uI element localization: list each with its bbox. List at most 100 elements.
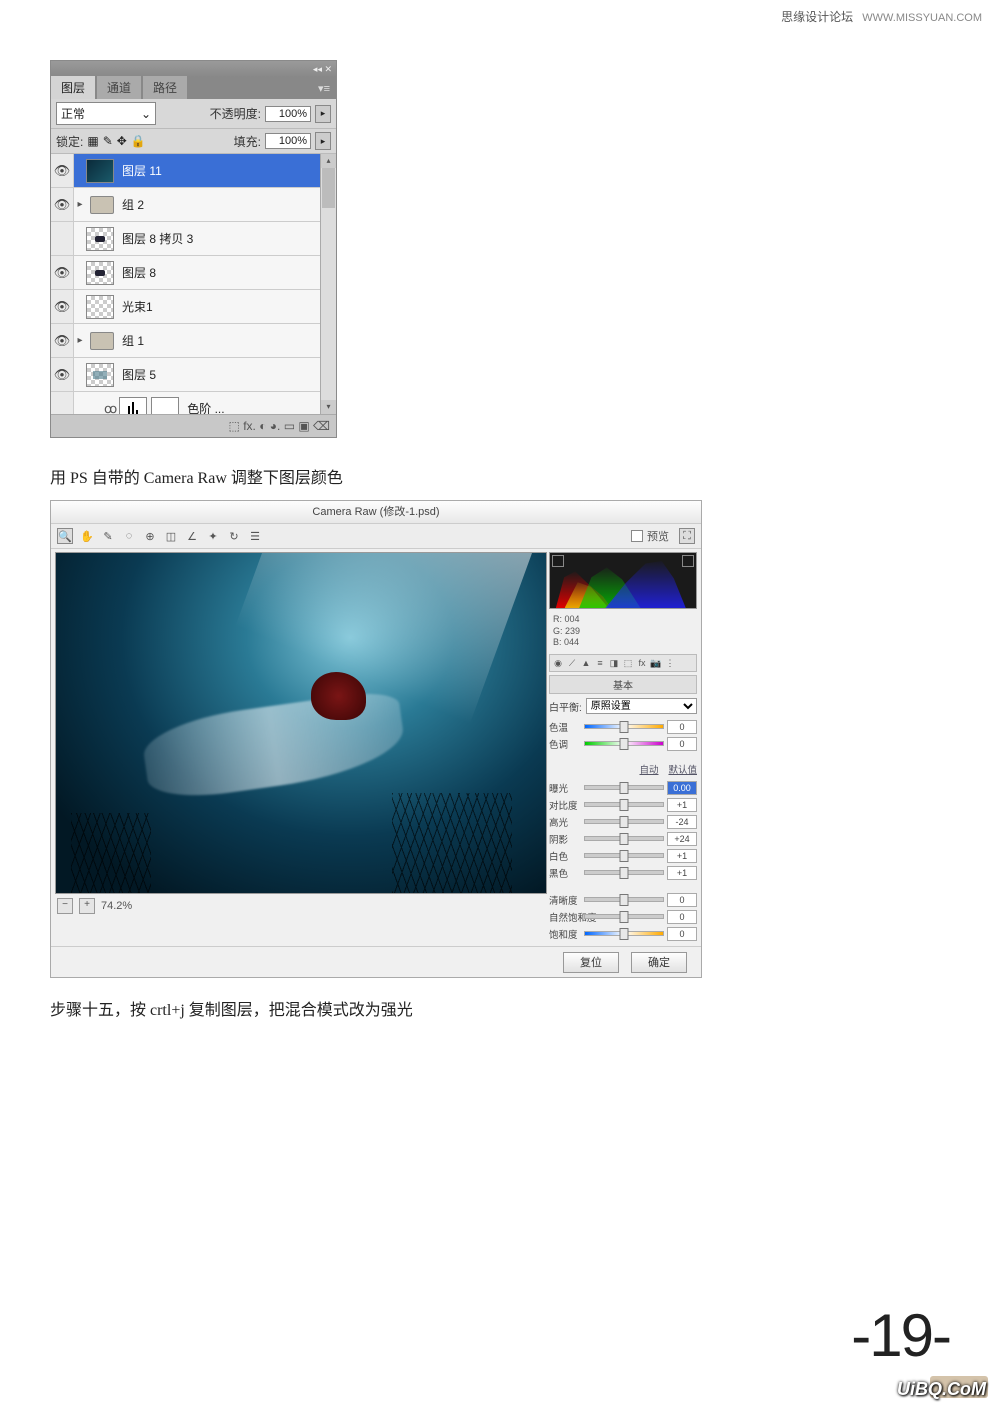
- scroll-up-icon[interactable]: ▴: [321, 154, 336, 168]
- slider-handle[interactable]: [620, 911, 629, 923]
- layer-row[interactable]: 👁 图层 8 拷贝 3: [51, 222, 321, 256]
- slider-value[interactable]: +1: [667, 849, 697, 863]
- lock-brush-icon[interactable]: ✎: [103, 134, 113, 148]
- zoom-out-button[interactable]: −: [57, 898, 73, 914]
- fill-value[interactable]: 100%: [265, 133, 311, 149]
- slider-value[interactable]: +24: [667, 832, 697, 846]
- lock-move-icon[interactable]: ✥: [117, 134, 127, 148]
- lens-tab-icon[interactable]: ⬚: [622, 657, 634, 669]
- visibility-icon[interactable]: 👁: [51, 256, 74, 289]
- visibility-icon[interactable]: 👁: [51, 188, 74, 221]
- slider-handle[interactable]: [620, 850, 629, 862]
- slider-handle[interactable]: [620, 833, 629, 845]
- slider-value[interactable]: +1: [667, 866, 697, 880]
- slider-value[interactable]: 0: [667, 927, 697, 941]
- adjustment-layer-row[interactable]: ꝏ 色阶 ...: [51, 392, 321, 414]
- slider-track[interactable]: [584, 853, 664, 858]
- curve-tab-icon[interactable]: ⟋: [566, 657, 578, 669]
- slider-track[interactable]: [584, 741, 664, 746]
- opacity-value[interactable]: 100%: [265, 106, 311, 122]
- brush-icon[interactable]: ✦: [206, 529, 220, 543]
- slider-track[interactable]: [584, 785, 664, 790]
- slider-value[interactable]: 0: [667, 910, 697, 924]
- ok-button[interactable]: 确定: [631, 952, 687, 973]
- collapse-close-icon[interactable]: ◂◂ ✕: [313, 64, 332, 75]
- shadow-clip-icon[interactable]: [552, 555, 564, 567]
- slider-track[interactable]: [584, 870, 664, 875]
- detail-tab-icon[interactable]: ▲: [580, 657, 592, 669]
- fullscreen-icon[interactable]: ⛶: [679, 528, 695, 544]
- eyedropper-icon[interactable]: ✎: [101, 529, 115, 543]
- slider-track[interactable]: [584, 931, 664, 936]
- visibility-icon[interactable]: 👁: [51, 324, 74, 357]
- slider-value[interactable]: +1: [667, 798, 697, 812]
- slider-track[interactable]: [584, 914, 664, 919]
- preview-checkbox[interactable]: [631, 530, 643, 542]
- expand-icon[interactable]: ▸: [74, 199, 86, 210]
- sampler-icon[interactable]: ◌: [122, 529, 136, 543]
- layer-row[interactable]: 👁 光束1: [51, 290, 321, 324]
- slider-track[interactable]: [584, 897, 664, 902]
- wb-select[interactable]: 原照设置: [586, 698, 697, 714]
- slider-handle[interactable]: [620, 721, 629, 733]
- straighten-icon[interactable]: ∠: [185, 529, 199, 543]
- slider-value[interactable]: 0: [667, 720, 697, 734]
- prefs-icon[interactable]: ☰: [248, 529, 262, 543]
- split-tab-icon[interactable]: ◨: [608, 657, 620, 669]
- target-icon[interactable]: ⊕: [143, 529, 157, 543]
- preset-tab-icon[interactable]: ⋮: [664, 657, 676, 669]
- tab-layers[interactable]: 图层: [51, 76, 95, 99]
- hsl-tab-icon[interactable]: ≡: [594, 657, 606, 669]
- zoom-tool-icon[interactable]: 🔍: [57, 528, 73, 544]
- fx-tab-icon[interactable]: fx: [636, 657, 648, 669]
- slider-value[interactable]: 0: [667, 737, 697, 751]
- slider-handle[interactable]: [620, 738, 629, 750]
- layer-row[interactable]: 👁 图层 5: [51, 358, 321, 392]
- slider-track[interactable]: [584, 836, 664, 841]
- slider-track[interactable]: [584, 802, 664, 807]
- rotate-icon[interactable]: ↻: [227, 529, 241, 543]
- layer-row[interactable]: 👁 图层 8: [51, 256, 321, 290]
- slider-handle[interactable]: [620, 816, 629, 828]
- visibility-icon[interactable]: 👁: [51, 358, 74, 391]
- lock-transparent-icon[interactable]: ▦: [87, 134, 98, 148]
- highlight-clip-icon[interactable]: [682, 555, 694, 567]
- layer-row[interactable]: 👁 图层 11: [51, 154, 321, 188]
- layer-row[interactable]: 👁 ▸ 组 1: [51, 324, 321, 358]
- lock-all-icon[interactable]: 🔒: [131, 134, 146, 148]
- scrollbar[interactable]: ▴ ▾: [320, 154, 336, 414]
- layer-row[interactable]: 👁 ▸ 组 2: [51, 188, 321, 222]
- tab-channels[interactable]: 通道: [97, 76, 141, 99]
- visibility-icon[interactable]: 👁: [51, 154, 74, 187]
- opacity-arrow[interactable]: ▸: [315, 105, 331, 123]
- panel-menu-icon[interactable]: ▾≡: [318, 82, 336, 95]
- slider-handle[interactable]: [620, 799, 629, 811]
- slider-handle[interactable]: [620, 867, 629, 879]
- slider-value[interactable]: 0: [667, 893, 697, 907]
- slider-handle[interactable]: [620, 782, 629, 794]
- footer-icons[interactable]: ⬚ fx. ◐ ◕. ▭ ▣ ⌫: [229, 419, 330, 433]
- expand-icon[interactable]: ▸: [74, 335, 86, 346]
- crop-icon[interactable]: ◫: [164, 529, 178, 543]
- scroll-thumb[interactable]: [322, 168, 335, 208]
- default-link[interactable]: 默认值: [668, 762, 697, 776]
- slider-track[interactable]: [584, 724, 664, 729]
- slider-track[interactable]: [584, 819, 664, 824]
- slider-value[interactable]: 0.00: [667, 781, 697, 795]
- scroll-down-icon[interactable]: ▾: [321, 400, 336, 414]
- reset-button[interactable]: 复位: [563, 952, 619, 973]
- basic-tab-icon[interactable]: ◉: [552, 657, 564, 669]
- visibility-icon[interactable]: 👁: [51, 290, 74, 323]
- zoom-value[interactable]: 74.2%: [101, 900, 132, 912]
- slider-handle[interactable]: [620, 894, 629, 906]
- tab-paths[interactable]: 路径: [143, 76, 187, 99]
- auto-link[interactable]: 自动: [639, 762, 658, 776]
- visibility-icon[interactable]: 👁: [51, 222, 74, 255]
- blend-mode-select[interactable]: 正常⌄: [56, 102, 156, 125]
- zoom-in-button[interactable]: +: [79, 898, 95, 914]
- camera-tab-icon[interactable]: 📷: [650, 657, 662, 669]
- slider-value[interactable]: -24: [667, 815, 697, 829]
- slider-handle[interactable]: [620, 928, 629, 940]
- fill-arrow[interactable]: ▸: [315, 132, 331, 150]
- hand-tool-icon[interactable]: ✋: [80, 529, 94, 543]
